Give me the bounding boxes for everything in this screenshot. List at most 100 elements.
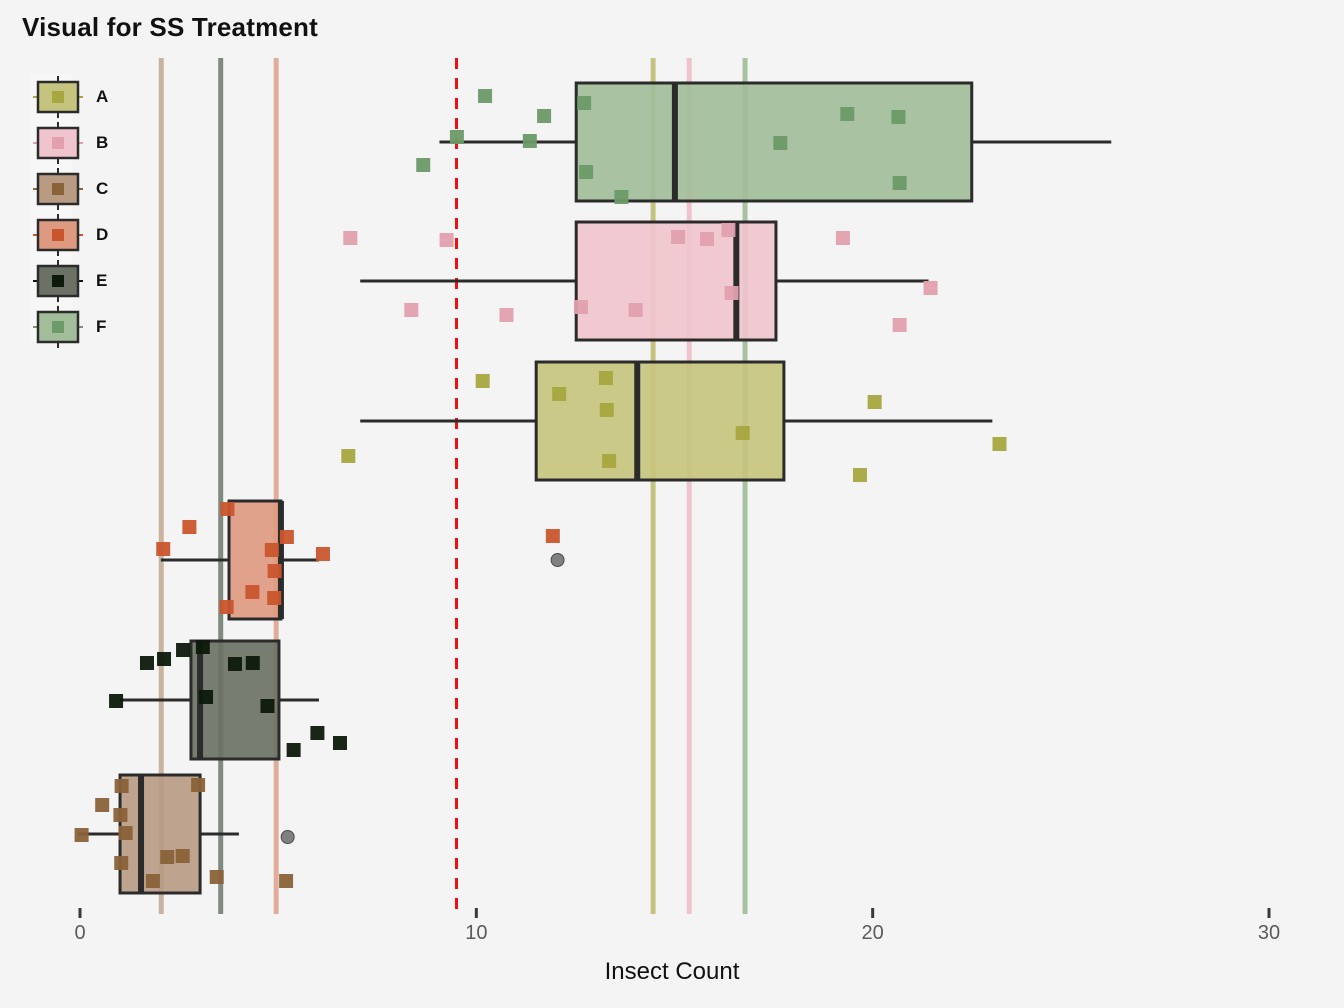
legend-key-F[interactable]: [33, 306, 83, 348]
boxplot-group-B: [343, 220, 938, 342]
boxplot-group-F: [416, 81, 1112, 204]
data-point: [835, 231, 850, 245]
data-point: [156, 542, 171, 556]
data-point: [773, 136, 788, 150]
data-point: [227, 657, 242, 671]
data-point: [199, 690, 214, 704]
legend-label-C: C: [96, 179, 109, 198]
legend-label-D: D: [96, 225, 109, 244]
data-point: [113, 808, 128, 822]
data-point: [341, 449, 356, 463]
data-point: [614, 190, 629, 204]
legend-label-F: F: [96, 317, 107, 336]
data-point: [176, 643, 191, 657]
data-point: [145, 874, 160, 888]
data-point: [545, 529, 560, 543]
data-point: [109, 694, 124, 708]
legend-key-A[interactable]: [33, 76, 83, 118]
data-point: [139, 656, 154, 670]
data-point: [599, 403, 614, 417]
legend-point-D: [52, 229, 64, 241]
data-point: [699, 232, 714, 246]
data-point: [891, 110, 906, 124]
x-axis-title: Insect Count: [604, 958, 740, 985]
data-point: [449, 130, 464, 144]
data-point: [95, 798, 110, 812]
data-point: [219, 600, 234, 614]
data-point: [245, 585, 260, 599]
data-point: [260, 699, 275, 713]
data-point: [840, 107, 855, 121]
data-point: [114, 779, 129, 793]
boxplot-group-E: [109, 639, 347, 761]
boxplot-svg: [30, 58, 1271, 918]
data-point: [310, 726, 325, 740]
data-point: [892, 318, 907, 332]
data-point: [499, 308, 514, 322]
data-point: [118, 826, 133, 840]
legend-point-F: [52, 321, 64, 333]
data-point: [343, 231, 358, 245]
boxplot-group-A: [341, 360, 1007, 482]
data-point: [522, 134, 537, 148]
outlier-point: [280, 830, 295, 844]
data-point: [735, 426, 750, 440]
legend-label-A: A: [96, 87, 109, 106]
data-point: [191, 778, 206, 792]
data-point: [286, 743, 301, 757]
legend-key-E[interactable]: [33, 260, 83, 302]
data-point: [852, 468, 867, 482]
boxplot-group-D: [156, 499, 565, 621]
data-point: [404, 303, 419, 317]
x-tick-label-30: 30: [1257, 922, 1281, 944]
data-point: [195, 640, 210, 654]
data-point: [923, 281, 938, 295]
data-point: [671, 230, 686, 244]
legend-point-B: [52, 137, 64, 149]
data-point: [602, 454, 617, 468]
data-point: [114, 856, 129, 870]
data-point: [332, 736, 347, 750]
data-point: [160, 850, 175, 864]
data-point: [264, 543, 279, 557]
data-point: [416, 158, 431, 172]
chart-canvas: Visual for SS Treatment Insect Count 0 10…: [0, 0, 1344, 1008]
data-point: [628, 303, 643, 317]
data-point: [475, 374, 490, 388]
data-point: [245, 656, 260, 670]
x-tick-label-10: 10: [465, 922, 488, 944]
legend-key-D[interactable]: [33, 214, 83, 256]
data-point: [552, 387, 567, 401]
legend-point-E: [52, 275, 64, 287]
data-point: [992, 437, 1007, 451]
legend-point-A: [52, 91, 64, 103]
legend-key-B[interactable]: [33, 122, 83, 164]
boxplot-group-C: [74, 773, 295, 895]
outlier-point: [550, 553, 565, 567]
data-point: [74, 828, 89, 842]
data-point: [478, 89, 493, 103]
legend-background: [30, 74, 72, 342]
data-point: [279, 874, 294, 888]
data-point: [577, 96, 592, 110]
data-point: [867, 395, 882, 409]
data-point: [573, 300, 588, 314]
data-point: [209, 870, 224, 884]
data-point: [267, 564, 282, 578]
legend-key-C[interactable]: [33, 168, 83, 210]
data-point: [598, 371, 613, 385]
data-point: [724, 286, 739, 300]
data-point: [721, 223, 736, 237]
data-point: [439, 233, 454, 247]
legend-label-E: E: [96, 271, 108, 290]
data-point: [157, 652, 172, 666]
legend-label-B: B: [96, 133, 109, 152]
data-point: [315, 547, 330, 561]
data-point: [579, 165, 594, 179]
data-point: [537, 109, 552, 123]
data-point: [220, 502, 235, 516]
data-point: [892, 176, 907, 190]
box-A: [534, 360, 786, 482]
legend-point-C: [52, 183, 64, 195]
x-tick-label-20: 20: [861, 922, 884, 944]
